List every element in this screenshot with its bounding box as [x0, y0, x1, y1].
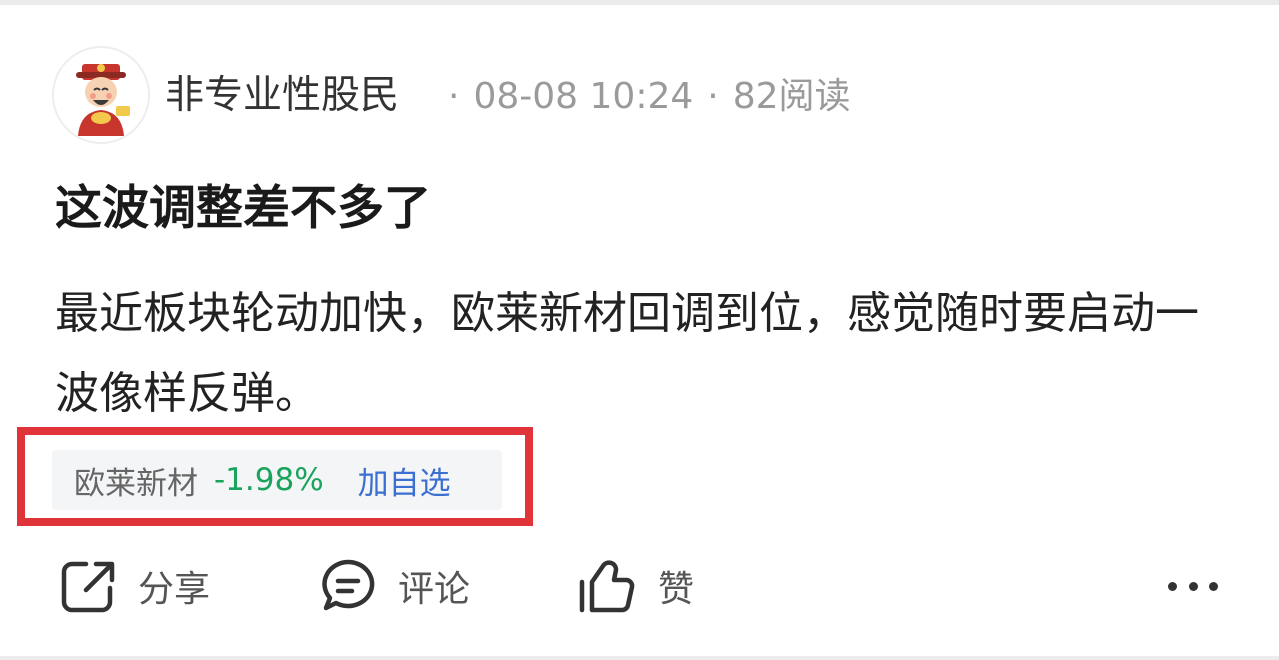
- bottom-divider: [0, 656, 1279, 660]
- more-icon[interactable]: [1168, 574, 1218, 598]
- share-icon: [61, 561, 115, 613]
- avatar[interactable]: [52, 46, 150, 144]
- post-meta: · 08-08 10:24 · 82阅读: [448, 72, 851, 122]
- meta-separator: ·: [707, 76, 719, 117]
- post-time: 08-08 10:24: [473, 76, 694, 117]
- top-divider: [0, 0, 1279, 5]
- more-dot: [1188, 581, 1198, 591]
- comment-button[interactable]: 评论: [318, 554, 470, 618]
- thumbs-up-icon: [579, 560, 635, 613]
- add-watchlist-button[interactable]: 加自选: [358, 458, 451, 503]
- post-title: 这波调整差不多了: [55, 181, 431, 236]
- post-content: 最近板块轮动加快，欧莱新材回调到位，感觉随时要启动一波像样反弹。: [55, 288, 1199, 419]
- stock-change: -1.98%: [214, 462, 324, 498]
- more-dot: [1168, 581, 1177, 591]
- stock-chip[interactable]: 欧莱新材 -1.98% 加自选: [52, 450, 502, 510]
- comment-label: 评论: [398, 569, 471, 610]
- more-dot: [1209, 581, 1218, 591]
- read-count: 82阅读: [732, 76, 851, 117]
- post-card[interactable]: 非专业性股民 · 08-08 10:24 · 82阅读 这波调整差不多了 最近板块轮动…: [0, 0, 1279, 660]
- caishen-avatar-icon: [54, 48, 148, 142]
- meta-separator: ·: [448, 76, 460, 117]
- share-label: 分享: [138, 569, 211, 610]
- share-button[interactable]: 分享: [58, 554, 210, 618]
- comment-icon: [322, 559, 375, 611]
- author-name[interactable]: 非专业性股民: [165, 70, 399, 122]
- like-label: 赞: [658, 569, 695, 610]
- like-button[interactable]: 赞: [576, 554, 694, 618]
- stock-name[interactable]: 欧莱新材: [74, 458, 198, 503]
